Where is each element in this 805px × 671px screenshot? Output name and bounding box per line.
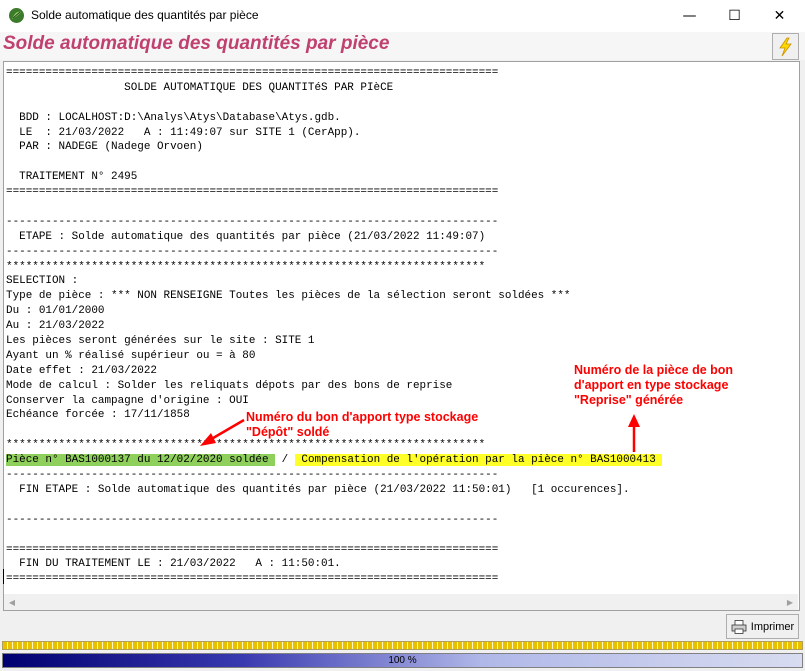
app-icon [9,8,24,23]
scroll-left-icon[interactable]: ◀ [4,594,20,610]
report-highlight-line: Pièce n° BAS1000137 du 12/02/2020 soldée… [6,453,663,468]
report-line: Du : 01/01/2000 [6,305,105,318]
reprise-piece-highlight: Compensation de l'opération par la pièce… [294,454,663,467]
report-line: ----------------------------------------… [6,245,499,258]
report-line: Date effet : 21/03/2022 [6,364,157,377]
close-icon: ✕ [773,8,786,24]
report-line: SOLDE AUTOMATIQUE DES QUANTITéS PAR PIèC… [6,81,394,94]
report-line [6,155,662,170]
heading-bar: Solde automatique des quantités par pièc… [0,32,805,60]
scroll-right-icon[interactable]: ▶ [782,594,798,610]
report-line: Les pièces seront générées sur le site :… [6,335,315,348]
progress-bar: 100 % [2,653,803,668]
annotation-depot-line2: "Dépôt" soldé [246,425,330,439]
report-line: Mode de calcul : Solder les reliquats dé… [6,379,453,392]
annotation-depot-line1: Numéro du bon d'apport type stockage [246,410,479,424]
close-button[interactable]: ✕ [757,0,802,32]
annotation-reprise: Numéro de la pièce de bon d'apport en ty… [574,363,733,408]
highlight-separator: / [275,454,295,467]
report-line: BDD : LOCALHOST:D:\Analys\Atys\Database\… [6,111,341,124]
report-line: ========================================… [6,186,499,199]
report-line [6,528,662,543]
report-line: FIN DU TRAITEMENT LE : 21/03/2022 A : 11… [6,558,341,571]
report-line: SELECTION : [6,275,79,288]
run-button[interactable] [772,33,799,60]
report-line: ========================================… [6,67,499,79]
report-line: ****************************************… [6,439,486,452]
report-line: ========================================… [6,573,499,586]
page-title: Solde automatique des quantités par pièc… [3,33,390,54]
window-titlebar: Solde automatique des quantités par pièc… [0,0,805,32]
maximize-icon: ☐ [728,8,741,24]
report-line: FIN ETAPE : Solde automatique des quanti… [6,483,630,496]
report-line [6,96,662,111]
text-caret [3,569,4,584]
window-title: Solde automatique des quantités par pièc… [31,8,259,22]
report-line: ETAPE : Solde automatique des quantités … [6,230,486,243]
report-line: ----------------------------------------… [6,513,499,526]
annotation-depot: Numéro du bon d'apport type stockage "Dé… [246,410,478,440]
report-line: ========================================… [6,543,499,556]
report-line [6,498,662,513]
report-text: ========================================… [6,66,663,587]
report-line [6,200,662,215]
report-line: TRAITEMENT N° 2495 [6,171,138,184]
report-line: PAR : NADEGE (Nadege Orvoen) [6,141,203,154]
annotation-reprise-line2: d'apport en type stockage [574,378,729,392]
annotation-reprise-line1: Numéro de la pièce de bon [574,363,734,377]
print-button[interactable]: Imprimer [726,614,799,639]
printer-icon [731,619,747,634]
depot-piece-highlight: Pièce n° BAS1000137 du 12/02/2020 soldée [6,454,276,467]
report-line: Conserver la campagne d'origine : OUI [6,394,249,407]
report-line: ****************************************… [6,260,486,273]
progress-text: 100 % [388,655,417,666]
report-line: Au : 21/03/2022 [6,320,105,333]
minimize-icon: — [682,8,697,24]
annotation-reprise-line3: "Reprise" générée [574,393,684,407]
maximize-button[interactable]: ☐ [712,0,757,32]
report-line: LE : 21/03/2022 A : 11:49:07 sur SITE 1 … [6,126,361,139]
minimize-button[interactable]: — [667,0,712,32]
lightning-icon [779,37,792,56]
report-line: ----------------------------------------… [6,215,499,228]
print-label: Imprimer [750,620,795,633]
report-line: Ayant un % réalisé supérieur ou = à 80 [6,349,256,362]
activity-strip [2,641,803,650]
report-line: Type de pièce : *** NON RENSEIGNE Toutes… [6,290,571,303]
horizontal-scrollbar[interactable]: ◀ ▶ [4,594,798,610]
report-line: ----------------------------------------… [6,469,499,482]
report-panel[interactable]: ========================================… [3,61,800,611]
